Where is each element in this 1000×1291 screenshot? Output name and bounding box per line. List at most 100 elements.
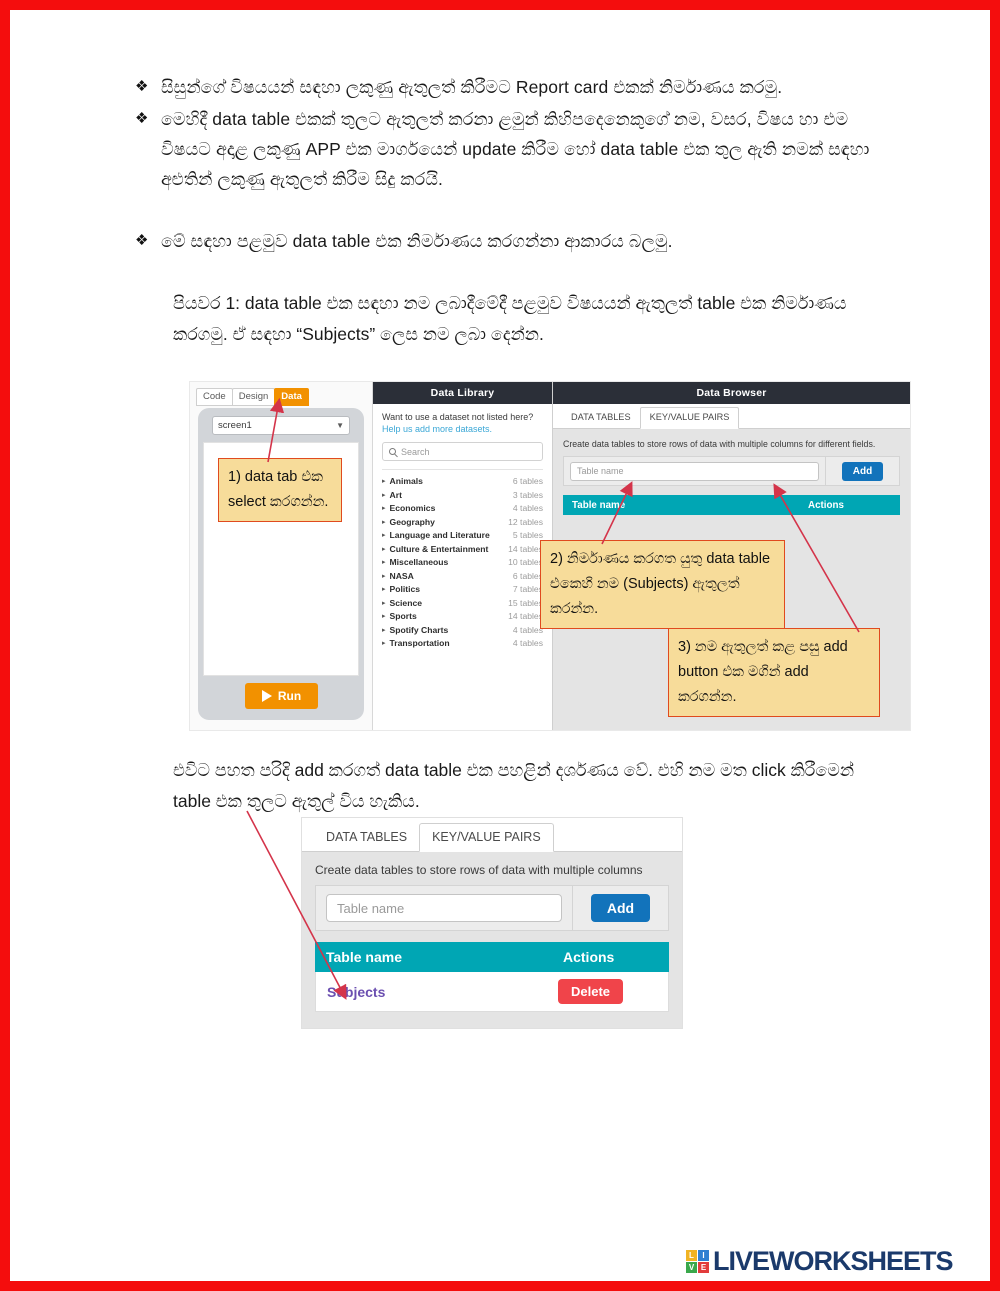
add-button[interactable]: Add xyxy=(841,461,884,481)
app-designer-pane: Code Design Data screen1 ▼ Run xyxy=(190,382,373,730)
column-header-table-name: Table name xyxy=(326,949,402,965)
chevron-right-icon: ▸ xyxy=(382,586,386,593)
tab-design[interactable]: Design xyxy=(231,388,276,406)
chevron-right-icon: ▸ xyxy=(382,491,386,499)
list-item-label: Sports xyxy=(389,611,417,621)
bullet-text-2: මෙහිදී data table එකක් තුලට ඇතුලත් කරනා … xyxy=(161,109,870,189)
document-body: ❖ සිසුන්ගේ විෂයයන් සඳහා ලකුණු ඇතුලත් කිර… xyxy=(135,72,880,350)
list-item[interactable]: ▸ Art 3 tables xyxy=(382,489,543,503)
list-item-count: 10 tables xyxy=(508,557,543,567)
list-item-count: 4 tables xyxy=(512,624,543,635)
search-input[interactable]: Search xyxy=(382,442,543,461)
tab-data-tables[interactable]: DATA TABLES xyxy=(314,824,419,851)
list-item-count: 12 tables xyxy=(508,516,543,527)
list-item-label: Spotify Charts xyxy=(389,624,449,635)
chevron-right-icon: ▸ xyxy=(382,505,386,512)
table-row-name-link[interactable]: Subjects xyxy=(316,984,558,1000)
logo-letter-grid: L I V E xyxy=(686,1250,709,1273)
column-header-table-name: Table name xyxy=(572,499,626,511)
bottom-body: Create data tables to store rows of data… xyxy=(302,852,682,1012)
table-row: Subjects Delete xyxy=(315,972,669,1012)
list-item[interactable]: ▸ Economics 4 tables xyxy=(382,502,543,516)
table-header-row: Table name Actions xyxy=(563,495,900,515)
chevron-right-icon: ▸ xyxy=(382,478,386,485)
delete-button[interactable]: Delete xyxy=(558,979,624,1004)
chevron-right-icon: ▸ xyxy=(382,532,386,539)
bottom-add-button-cell: Add xyxy=(572,886,668,930)
list-item-count: 14 tables xyxy=(508,611,543,621)
list-item[interactable]: ▸ Spotify Charts 4 tables xyxy=(382,624,543,638)
list-item-count: 15 tables xyxy=(508,597,543,608)
add-datasets-link[interactable]: Help us add more datasets. xyxy=(382,423,543,435)
screen-select[interactable]: screen1 ▼ xyxy=(212,415,350,435)
add-button-cell: Add xyxy=(825,457,899,485)
liveworksheets-logo: L I V E LIVEWORKSHEETS xyxy=(686,1246,954,1277)
editor-tabbar: Code Design Data xyxy=(196,388,366,406)
bullet-text-1: සිසුන්ගේ විෂයයන් සඳහා ලකුණු ඇතුලත් කිරීම… xyxy=(161,77,783,97)
logo-wordmark: LIVEWORKSHEETS xyxy=(713,1246,954,1276)
add-table-row: Table name Add xyxy=(563,456,900,486)
list-item-label: Science xyxy=(389,597,423,608)
list-item[interactable]: ▸ Science 15 tables xyxy=(382,597,543,611)
run-button[interactable]: Run xyxy=(245,683,318,709)
search-icon xyxy=(389,448,396,455)
bullet-glyph-icon: ❖ xyxy=(135,78,149,95)
list-item-count: 7 tables xyxy=(512,584,543,594)
chevron-right-icon: ▸ xyxy=(382,572,386,580)
tab-key-value-pairs[interactable]: KEY/VALUE PAIRS xyxy=(419,823,554,852)
list-item[interactable]: ▸ NASA 6 tables xyxy=(382,570,543,584)
chevron-right-icon: ▸ xyxy=(382,626,386,634)
bottom-add-button[interactable]: Add xyxy=(590,894,651,922)
callout-step-1: 1) data tab එක select කරගන්න. xyxy=(218,458,342,522)
list-item-count: 5 tables xyxy=(512,530,543,540)
list-item-label: Culture & Entertainment xyxy=(389,543,489,554)
table-name-placeholder: Table name xyxy=(577,466,624,476)
bullet-item: ❖ සිසුන්ගේ විෂයයන් සඳහා ලකුණු ඇතුලත් කිර… xyxy=(135,72,880,102)
list-item[interactable]: ▸ Miscellaneous 10 tables xyxy=(382,556,543,570)
screenshot-data-tables-result: DATA TABLES KEY/VALUE PAIRS Create data … xyxy=(302,818,682,1028)
list-item[interactable]: ▸ Culture & Entertainment 14 tables xyxy=(382,543,543,557)
bottom-table-name-cell: Table name xyxy=(316,886,572,930)
logo-square-v: V xyxy=(686,1262,697,1273)
list-item-label: Politics xyxy=(389,584,421,594)
list-item-label: Language and Literature xyxy=(389,530,490,540)
tab-code[interactable]: Code xyxy=(196,388,233,406)
list-item-count: 6 tables xyxy=(512,476,543,486)
bottom-table-name-placeholder: Table name xyxy=(337,900,405,916)
play-icon xyxy=(261,690,272,702)
tab-data[interactable]: Data xyxy=(274,388,309,406)
dataset-question: Want to use a dataset not listed here? xyxy=(382,412,534,422)
callout-step-3: 3) නම ඇතුලත් කළ පසු add button එක මගින් … xyxy=(668,628,880,717)
logo-square-l: L xyxy=(686,1250,697,1261)
search-placeholder: Search xyxy=(401,446,430,457)
list-item[interactable]: ▸ Sports 14 tables xyxy=(382,610,543,624)
list-item[interactable]: ▸ Language and Literature 5 tables xyxy=(382,529,543,543)
screen-select-value: screen1 xyxy=(218,419,252,431)
list-item-count: 4 tables xyxy=(512,503,543,513)
list-item[interactable]: ▸ Animals 6 tables xyxy=(382,475,543,489)
data-browser-description: Create data tables to store rows of data… xyxy=(563,439,876,449)
callout-step-2: 2) නිර්මාණය කරගත යුතු data table එකෙහි න… xyxy=(540,540,785,629)
list-item-label: Miscellaneous xyxy=(389,557,449,567)
table-name-input[interactable]: Table name xyxy=(570,461,819,481)
run-label: Run xyxy=(277,689,302,703)
bottom-table-name-input[interactable]: Table name xyxy=(326,894,562,922)
data-library-body: Want to use a dataset not listed here? H… xyxy=(373,404,552,651)
chevron-down-icon: ▼ xyxy=(336,420,344,430)
bullet-item: ❖ මෙහිදී data table එකක් තුලට ඇතුලත් කරන… xyxy=(135,104,880,194)
chevron-right-icon: ▸ xyxy=(382,545,386,553)
dataset-category-list: ▸ Animals 6 tables ▸ Art 3 tables ▸ Economics… xyxy=(382,469,543,651)
list-item-label: NASA xyxy=(389,570,414,581)
chevron-right-icon: ▸ xyxy=(382,599,386,607)
chevron-right-icon: ▸ xyxy=(382,613,386,620)
tab-key-value-pairs[interactable]: KEY/VALUE PAIRS xyxy=(639,407,740,429)
bottom-tabbar: DATA TABLES KEY/VALUE PAIRS xyxy=(302,818,682,852)
tab-data-tables[interactable]: DATA TABLES xyxy=(562,408,640,428)
list-item[interactable]: ▸ Politics 7 tables xyxy=(382,583,543,597)
list-item-label: Animals xyxy=(389,476,423,486)
list-item[interactable]: ▸ Geography 12 tables xyxy=(382,516,543,530)
list-item[interactable]: ▸ Transportation 4 tables xyxy=(382,637,543,651)
chevron-right-icon: ▸ xyxy=(382,518,386,526)
table-name-cell: Table name xyxy=(564,457,825,485)
